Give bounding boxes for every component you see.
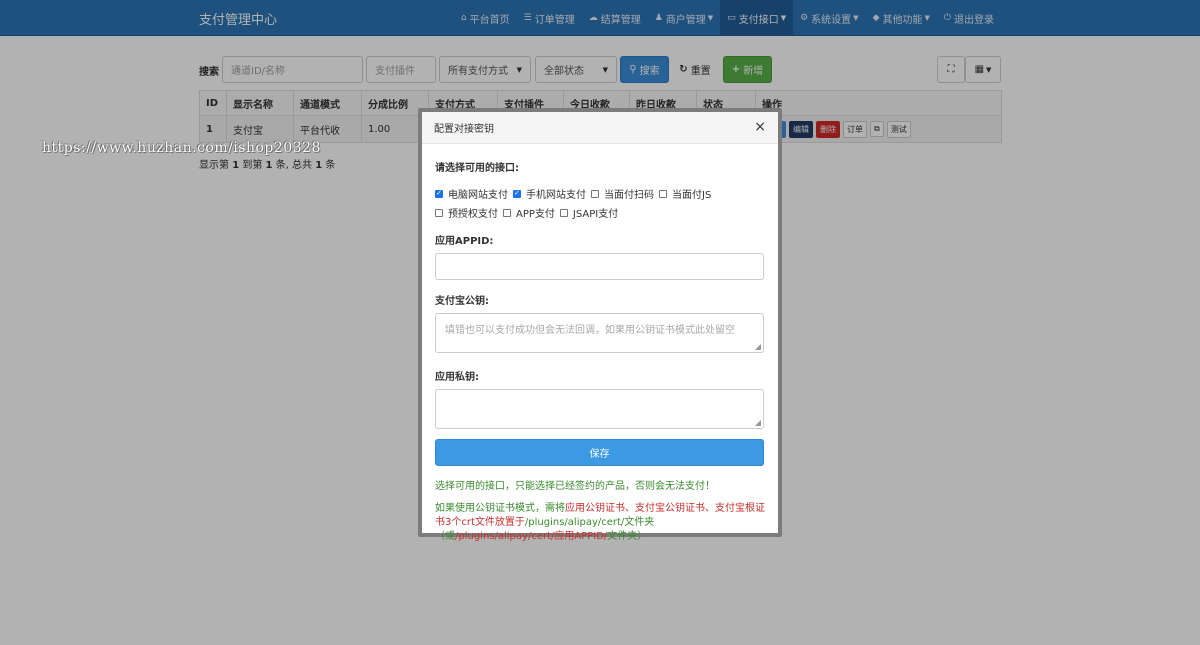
checkbox-unchecked-icon[interactable] xyxy=(659,189,667,198)
interfaces-label: 请选择可用的接口: xyxy=(435,163,519,174)
watermark-text: https://www.huzhan.com/ishop20328 xyxy=(42,140,321,156)
appid-input[interactable] xyxy=(435,253,764,280)
pubkey-placeholder: 填错也可以支付成功但会无法回调，如果用公钥证书模式此处留空 xyxy=(445,325,735,336)
note-cert-f: 文件夹） xyxy=(607,531,648,542)
interface-checkbox-group: ✓ 电脑网站支付 ✓ 手机网站支付 当面付扫码 当面付JS 预授权支付 APP支付 JSAPI支… xyxy=(435,186,765,220)
close-icon[interactable]: × xyxy=(754,119,766,135)
interface-checkbox-label: 手机网站支付 xyxy=(526,190,586,201)
appid-label: 应用APPID: xyxy=(435,236,494,247)
note-cert-mode: 如果使用公钥证书模式，需将应用公钥证书、支付宝公钥证书、支付宝根证书3个crt文… xyxy=(435,502,765,544)
resize-grip-icon[interactable]: ◢ xyxy=(755,343,761,351)
interface-checkbox-label: APP支付 xyxy=(516,209,555,220)
interface-checkbox-label: JSAPI支付 xyxy=(572,209,619,220)
checkbox-checked-icon[interactable]: ✓ xyxy=(435,189,443,198)
privkey-textarea[interactable]: ◢ xyxy=(435,389,764,429)
interface-checkbox-item[interactable]: 当面付JS xyxy=(659,186,711,201)
config-key-modal: 配置对接密钥 × 请选择可用的接口: ✓ 电脑网站支付 ✓ 手机网站支付 当面付扫码 当面… xyxy=(418,108,782,542)
interface-checkbox-label: 预授权支付 xyxy=(448,209,498,220)
interface-checkbox-label: 电脑网站支付 xyxy=(448,190,508,201)
modal-body: 请选择可用的接口: ✓ 电脑网站支付 ✓ 手机网站支付 当面付扫码 当面付JS 预授权支付 A… xyxy=(422,159,778,544)
interface-checkbox-item[interactable]: ✓ 电脑网站支付 xyxy=(435,186,508,201)
modal-header: 配置对接密钥 × xyxy=(422,112,778,144)
note-cert-e: /plugins/alipay/cert/应用APPID/ xyxy=(455,531,608,542)
pubkey-label: 支付宝公钥: xyxy=(435,296,489,307)
checkbox-unchecked-icon[interactable] xyxy=(503,208,511,217)
interface-checkbox-item[interactable]: 当面付扫码 xyxy=(591,186,654,201)
interface-checkbox-item[interactable]: JSAPI支付 xyxy=(559,205,619,220)
note-contracted-products: 选择可用的接口，只能选择已经签约的产品，否则会无法支付！ xyxy=(435,481,715,492)
pubkey-textarea[interactable]: 填错也可以支付成功但会无法回调，如果用公钥证书模式此处留空 ◢ xyxy=(435,313,764,353)
resize-grip-icon[interactable]: ◢ xyxy=(755,419,761,427)
save-button[interactable]: 保存 xyxy=(435,439,764,466)
note-cert-a: 如果使用公钥证书模式，需将 xyxy=(435,503,565,514)
privkey-label: 应用私钥: xyxy=(435,372,479,383)
interface-checkbox-label: 当面付扫码 xyxy=(604,190,654,201)
modal-title: 配置对接密钥 xyxy=(434,124,494,135)
interface-checkbox-item[interactable]: APP支付 xyxy=(503,205,555,220)
checkbox-unchecked-icon[interactable] xyxy=(591,189,599,198)
interface-checkbox-label: 当面付JS xyxy=(672,190,712,201)
checkbox-unchecked-icon[interactable] xyxy=(435,208,443,217)
checkbox-unchecked-icon[interactable] xyxy=(559,208,568,217)
note-cert-c: /plugins/alipay/cert/ xyxy=(524,517,625,528)
interface-checkbox-item[interactable]: ✓ 手机网站支付 xyxy=(513,186,586,201)
interface-checkbox-item[interactable]: 预授权支付 xyxy=(435,205,498,220)
checkbox-checked-icon[interactable]: ✓ xyxy=(513,189,521,198)
